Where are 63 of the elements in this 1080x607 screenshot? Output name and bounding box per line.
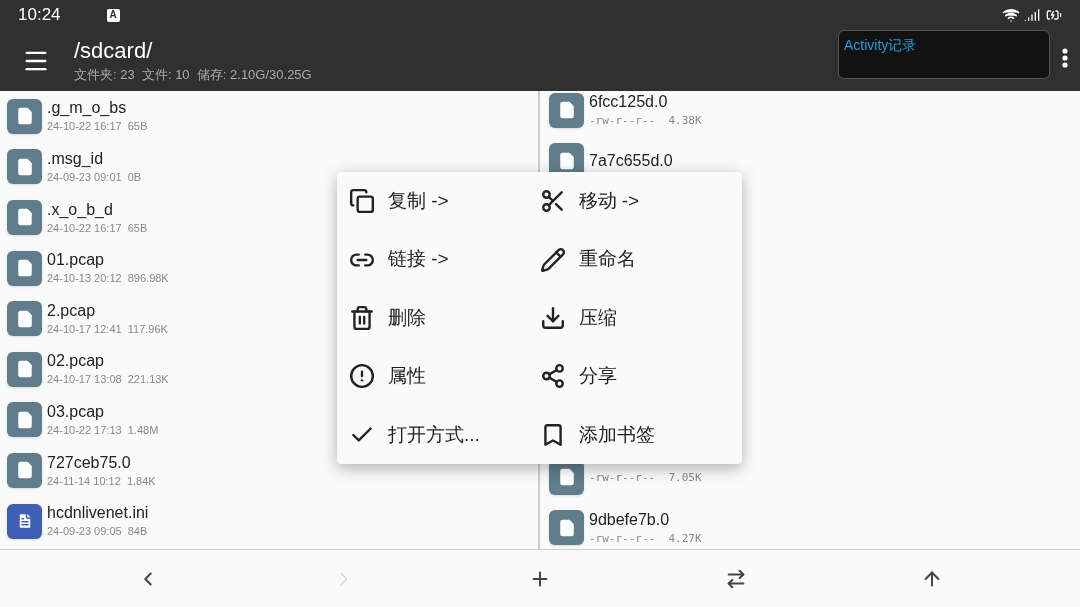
file-name: 02.pcap [47,351,105,372]
file-icon [7,200,42,235]
file-name: 9dbefe7b.0 [589,509,671,530]
file-name: 6fcc125d.0 [589,92,669,113]
file-name: .x_o_b_d [47,199,114,220]
file-name: 03.pcap [47,402,105,422]
file-meta: -rw-r--r-- 7.05K [589,471,702,485]
exclamation-icon [349,363,375,390]
activity-overlay: Activity记录 [838,30,1050,79]
menu-item[interactable]: 链接 -> [349,230,540,289]
share-icon [539,363,566,390]
menu-item[interactable]: 分享 [539,347,730,406]
folder-summary: 文件夹: 23 文件: 10 储存: 2.10G/30.25G [74,65,312,84]
file-meta: 24-10-22 17:13 1.48M [47,424,159,438]
file-row[interactable]: hcdnlivenet.ini 24-09-23 09:05 84B [0,495,538,547]
menu-item[interactable]: 删除 [349,288,540,348]
menu-item[interactable]: 属性 [349,347,540,406]
download-icon [539,305,566,331]
file-name: 7a7c655d.0 [589,150,673,171]
file-name: hcdnlivenet.ini [47,503,149,524]
file-icon [7,452,42,488]
file-meta: 24-10-17 13:08 221.13K [47,373,169,388]
file-icon [7,250,42,286]
file-icon [7,98,42,134]
trash-icon [349,305,375,331]
menu-item[interactable]: 移动 -> [539,172,730,231]
file-row[interactable]: .g_m_o_bs 24-10-22 16:17 65B [0,91,538,142]
file-icon [7,301,42,337]
clock: 10:24 [18,4,61,27]
file-icon [7,351,42,387]
more-icon [1062,48,1068,68]
file-meta: 24-10-17 12:41 117.96K [47,322,168,337]
current-path: /sdcard/ [74,37,154,65]
file-name: 2.pcap [47,300,97,321]
text-file-icon [7,503,42,539]
file-name: .msg_id [47,149,105,169]
menu-item[interactable]: 添加书签 [539,405,730,464]
battery-icon [1046,7,1062,23]
file-name: 01.pcap [47,250,105,271]
file-icon [7,402,42,438]
file-meta: -rw-r--r-- 4.38K [589,114,702,129]
pencil-icon [539,246,566,273]
signal-icon [1024,7,1040,23]
file-meta: 24-11-14 10:12 1.84K [47,474,156,489]
file-name: 727ceb75.0 [47,452,132,473]
file-icon [7,149,42,185]
file-icon [549,510,584,546]
scissors-icon [539,188,566,215]
file-name: .g_m_o_bs [47,98,128,119]
menu-item[interactable]: 压缩 [539,288,730,348]
file-meta: 24-09-23 09:01 0B [47,171,142,185]
wifi-icon [1002,6,1020,24]
notification-icon: A [106,8,120,22]
file-meta: 24-10-13 20:12 896.98K [47,272,169,286]
menu-item[interactable]: 重命名 [539,230,730,289]
file-row[interactable]: 6fcc125d.0 -rw-r--r-- 4.38K [542,85,1080,136]
file-meta: 24-10-22 16:17 65B [47,120,148,135]
copy-icon [349,188,375,215]
menu-item[interactable]: 复制 -> [349,172,540,231]
file-meta: -rw-r--r-- 4.27K [589,531,702,546]
file-meta: 24-10-22 16:17 65B [47,221,148,236]
file-row[interactable]: 9dbefe7b.0 -rw-r--r-- 4.27K [542,502,1080,553]
file-meta: 24-09-23 09:05 84B [47,525,149,539]
